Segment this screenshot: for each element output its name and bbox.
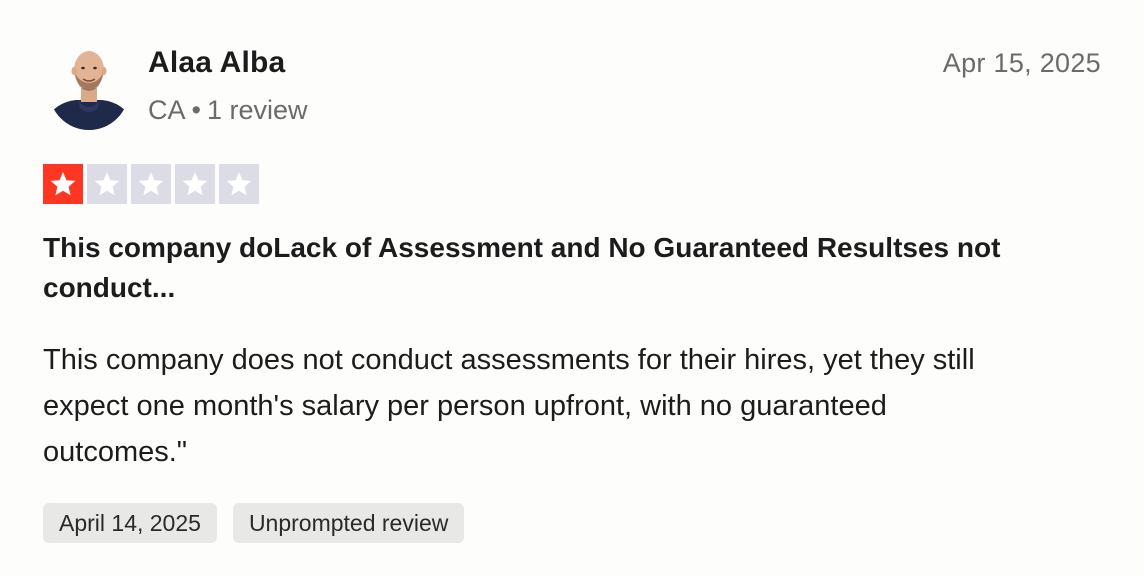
star-icon (131, 164, 171, 204)
review-body: This company does not conduct assessment… (43, 344, 975, 468)
star-icon (175, 164, 215, 204)
meta-separator: • (191, 95, 201, 125)
review-type-tag: Unprompted review (232, 503, 465, 543)
review-title[interactable]: This company doLack of Assessment and No… (43, 228, 1103, 308)
reviewer-name[interactable]: Alaa Alba (148, 46, 285, 80)
experience-date-tag: April 14, 2025 (43, 503, 217, 543)
reviewer-meta: CA • 1 review (148, 95, 308, 126)
review-card: Alaa Alba CA • 1 review Apr 15, 2025 This … (0, 0, 1144, 576)
review-tags: April 14, 2025 Unprompted review (43, 503, 465, 543)
reviewer-review-count: 1 review (206, 95, 308, 125)
star-rating (43, 164, 259, 204)
star-icon (87, 164, 127, 204)
review-date: Apr 15, 2025 (942, 48, 1101, 78)
star-icon (43, 164, 83, 204)
review-header: Alaa Alba CA • 1 review Apr 15, 2025 (43, 40, 1101, 140)
reviewer-country: CA (148, 95, 186, 125)
star-icon (219, 164, 259, 204)
avatar[interactable] (48, 42, 130, 132)
